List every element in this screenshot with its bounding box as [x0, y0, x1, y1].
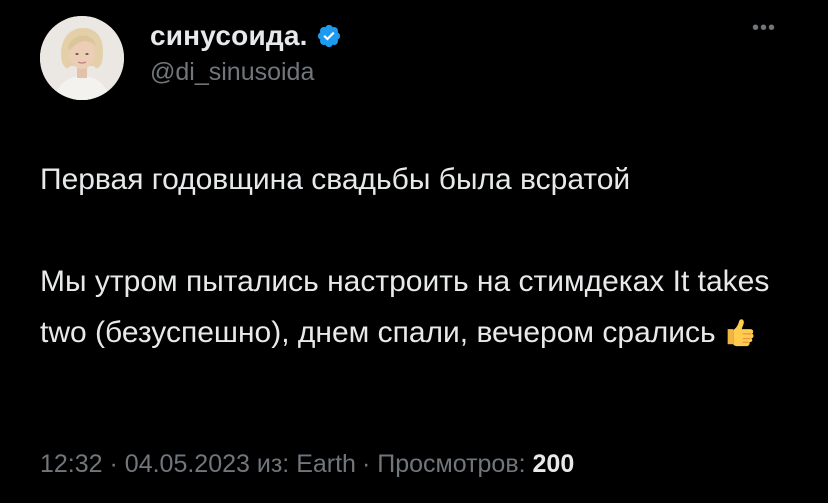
meta-separator-2: ·: [361, 450, 371, 478]
more-options-icon[interactable]: •••: [752, 18, 776, 38]
tweet-meta: 12:32 · 04.05.2023 из: Earth · Просмотров…: [40, 450, 574, 479]
avatar[interactable]: [40, 16, 124, 100]
display-name[interactable]: синусоида.: [150, 20, 308, 52]
tweet-date[interactable]: 04.05.2023: [125, 450, 250, 478]
tweet-source: Earth: [296, 450, 356, 478]
source-prefix: из:: [256, 450, 290, 478]
tweet-line-2: Мы утром пытались настроить на стимдеках…: [40, 256, 800, 364]
tweet-line-2-text: Мы утром пытались настроить на стимдеках…: [40, 265, 770, 349]
meta-separator: ·: [109, 450, 118, 478]
verified-badge-icon[interactable]: [316, 23, 342, 49]
views-label: Просмотров:: [377, 450, 526, 478]
thumbs-up-icon: [722, 313, 756, 364]
tweet-line-1: Первая годовщина свадьбы была всратой: [40, 163, 631, 196]
author-name-row: синусоида.: [150, 20, 342, 52]
tweet-text: Первая годовщина свадьбы была всратой Мы…: [40, 154, 800, 364]
tweet-time[interactable]: 12:32: [40, 450, 103, 478]
tweet: синусоида. @di_sinusoida ••• Первая годо…: [0, 0, 828, 503]
views-count: 200: [532, 450, 575, 478]
author-handle[interactable]: @di_sinusoida: [150, 58, 314, 87]
